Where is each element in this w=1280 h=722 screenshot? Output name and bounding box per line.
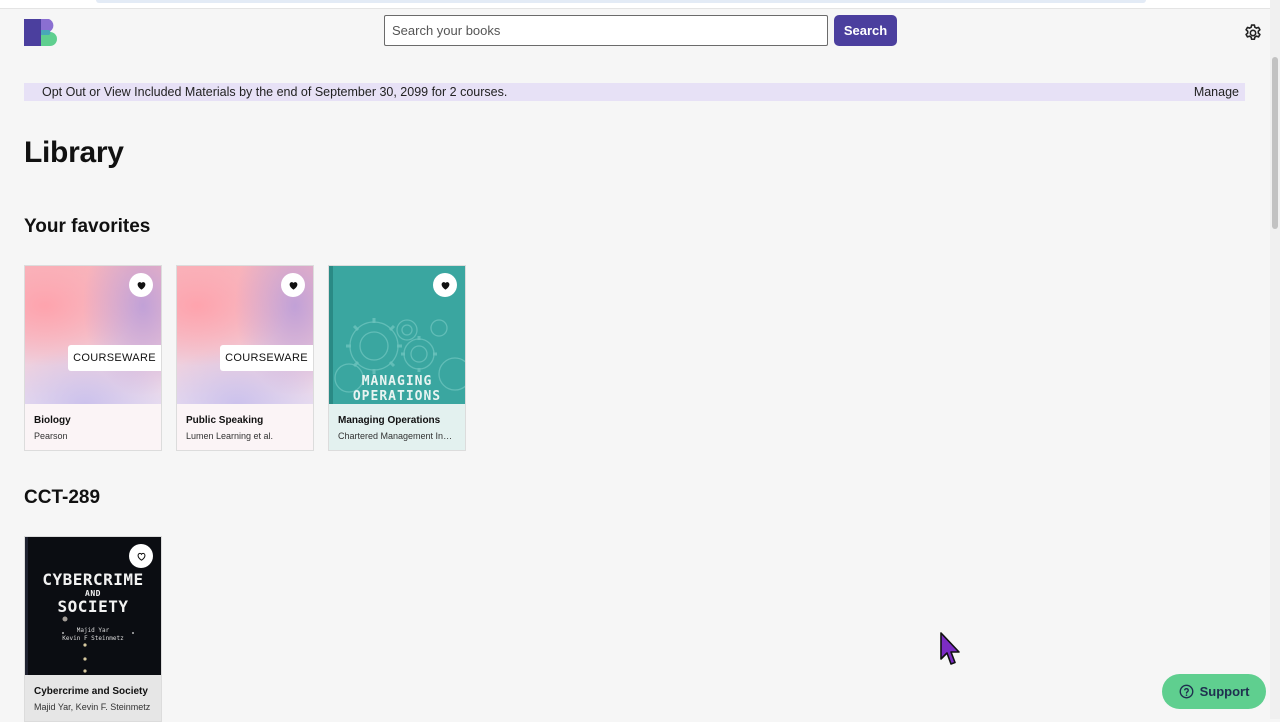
favorite-button[interactable] xyxy=(129,544,153,568)
course-heading: CCT-289 xyxy=(24,487,101,508)
cover-title-line: CYBERCRIME xyxy=(42,570,144,589)
support-button[interactable]: Support xyxy=(1162,674,1266,709)
book-title: Public Speaking xyxy=(186,415,264,426)
book-author: Majid Yar, Kevin F. Steinmetz xyxy=(34,702,151,712)
book-card-public-speaking[interactable]: COURSEWARE Public Speaking Lumen Learnin… xyxy=(176,265,314,451)
heart-filled-icon xyxy=(289,281,297,290)
support-label: Support xyxy=(1199,684,1250,699)
help-circle-icon xyxy=(1179,684,1194,699)
banner-message: Opt Out or View Included Materials by th… xyxy=(42,85,508,99)
page-title: Library xyxy=(24,136,124,169)
courseware-badge: COURSEWARE xyxy=(220,345,313,371)
cover-authors-text: Majid Yar Kevin F Steinmetz xyxy=(25,627,161,643)
book-card-cybercrime-and-society[interactable]: CYBERCRIME AND SOCIETY Majid Yar Kevin F… xyxy=(24,536,162,722)
cover-title-line: SOCIETY xyxy=(57,597,129,616)
heart-outline-icon xyxy=(137,552,145,561)
book-cover: COURSEWARE xyxy=(177,266,313,404)
manage-link[interactable]: Manage xyxy=(1194,83,1239,101)
search-button[interactable]: Search xyxy=(834,15,897,46)
top-strip-pill xyxy=(96,0,1146,3)
top-strip xyxy=(0,0,1270,9)
favorite-button[interactable] xyxy=(281,273,305,297)
page-scrollbar[interactable] xyxy=(1270,0,1280,719)
courseware-badge: COURSEWARE xyxy=(68,345,161,371)
book-meta: Public Speaking Lumen Learning et al. xyxy=(177,404,313,450)
cover-author-line: Majid Yar xyxy=(76,627,110,634)
cover-title-line: OPERATIONS xyxy=(352,389,442,404)
book-meta: Cybercrime and Society Majid Yar, Kevin … xyxy=(25,675,161,721)
search-input[interactable] xyxy=(384,15,828,46)
favorites-heading: Your favorites xyxy=(24,216,151,237)
book-title: Biology xyxy=(34,415,71,426)
book-title: Managing Operations xyxy=(338,415,441,426)
book-card-biology[interactable]: COURSEWARE Biology Pearson xyxy=(24,265,162,451)
cover-title-line: MANAGING xyxy=(361,374,433,389)
cover-author-line: Kevin F Steinmetz xyxy=(62,635,124,642)
cover-title-text: CYBERCRIME AND SOCIETY xyxy=(25,571,161,616)
book-meta: Biology Pearson xyxy=(25,404,161,450)
opt-out-banner: Opt Out or View Included Materials by th… xyxy=(24,83,1245,101)
cover-title-text: MANAGING OPERATIONS xyxy=(329,374,465,404)
mouse-cursor-icon xyxy=(940,632,960,665)
scrollbar-thumb[interactable] xyxy=(1272,57,1278,229)
book-author: Chartered Management Ins… xyxy=(338,431,456,441)
book-card-managing-operations[interactable]: MANAGING OPERATIONS Managing Operations … xyxy=(328,265,466,451)
book-cover: MANAGING OPERATIONS xyxy=(329,266,465,404)
app-logo-icon xyxy=(24,19,57,46)
book-author: Pearson xyxy=(34,431,68,441)
book-cover: CYBERCRIME AND SOCIETY Majid Yar Kevin F… xyxy=(25,537,161,675)
favorite-button[interactable] xyxy=(433,273,457,297)
favorite-button[interactable] xyxy=(129,273,153,297)
book-author: Lumen Learning et al. xyxy=(186,431,274,441)
book-title: Cybercrime and Society xyxy=(34,686,148,697)
gear-icon[interactable] xyxy=(1243,23,1263,43)
book-meta: Managing Operations Chartered Management… xyxy=(329,404,465,450)
heart-filled-icon xyxy=(137,281,145,290)
heart-filled-icon xyxy=(441,281,449,290)
book-cover: COURSEWARE xyxy=(25,266,161,404)
